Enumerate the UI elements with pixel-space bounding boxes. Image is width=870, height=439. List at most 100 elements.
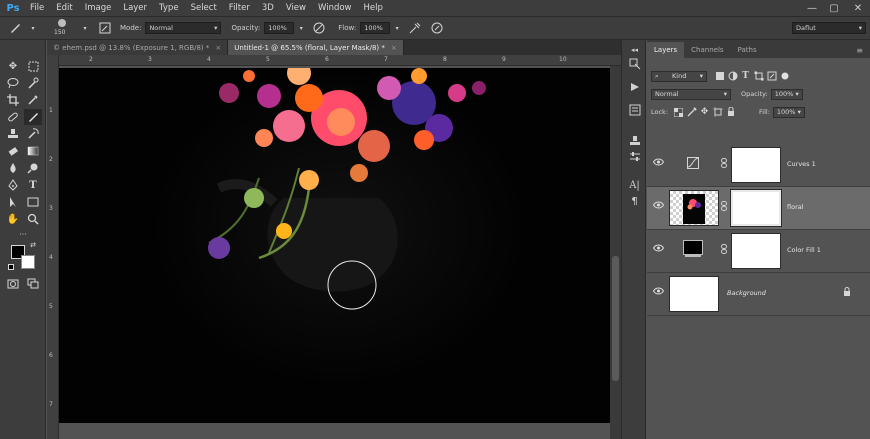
- eyedropper-tool-icon[interactable]: [24, 92, 42, 108]
- visibility-eye-icon[interactable]: [652, 287, 665, 297]
- blur-tool-icon[interactable]: [4, 160, 22, 176]
- background-color-swatch[interactable]: [21, 255, 35, 269]
- menu-select[interactable]: Select: [185, 0, 223, 16]
- close-icon[interactable]: ×: [215, 44, 221, 52]
- lock-pixels-icon[interactable]: [685, 106, 698, 119]
- panel-menu-icon[interactable]: ≡: [849, 42, 870, 58]
- actions-panel-icon[interactable]: [627, 80, 642, 94]
- dodge-tool-icon[interactable]: [24, 160, 42, 176]
- maximize-button[interactable]: ▢: [824, 0, 844, 16]
- tab-channels[interactable]: Channels: [684, 42, 730, 58]
- default-colors-icon[interactable]: [8, 264, 14, 270]
- menu-window[interactable]: Window: [312, 0, 358, 16]
- pressure-opacity-icon[interactable]: [312, 21, 326, 35]
- menu-3d[interactable]: 3D: [256, 0, 280, 16]
- layer-thumbnail[interactable]: [669, 190, 719, 226]
- path-selection-tool-icon[interactable]: [4, 194, 22, 210]
- opacity-chevron-icon[interactable]: ▾: [294, 21, 308, 35]
- close-button[interactable]: ✕: [848, 0, 868, 16]
- layer-color-fill-1[interactable]: Color Fill 1: [647, 230, 870, 273]
- tab-ehem[interactable]: © ehem.psd @ 13.8% (Exposure 1, RGB/8) *…: [47, 40, 229, 55]
- lock-all-icon[interactable]: [724, 106, 737, 119]
- paragraph-panel-icon[interactable]: ¶: [627, 194, 642, 208]
- visibility-eye-icon[interactable]: [652, 244, 665, 254]
- mask-link-icon[interactable]: [721, 201, 727, 213]
- brush-panel-toggle-icon[interactable]: [98, 21, 112, 35]
- layer-mask-thumbnail[interactable]: [731, 147, 781, 183]
- brush-chevron-icon[interactable]: ▾: [78, 21, 92, 35]
- mask-link-icon[interactable]: [721, 244, 727, 256]
- lock-position-icon[interactable]: ✥: [698, 106, 711, 119]
- pen-tool-icon[interactable]: [4, 177, 22, 193]
- lock-artboard-icon[interactable]: [711, 106, 724, 119]
- layer-curves-1[interactable]: Curves 1: [647, 144, 870, 187]
- flow-chevron-icon[interactable]: ▾: [390, 21, 404, 35]
- blend-mode-select[interactable]: Normal ▾: [651, 88, 731, 100]
- hand-tool-icon[interactable]: ✋: [4, 211, 22, 227]
- quick-select-tool-icon[interactable]: [24, 75, 42, 91]
- menu-layer[interactable]: Layer: [117, 0, 153, 16]
- gradient-tool-icon[interactable]: [24, 143, 42, 159]
- menu-file[interactable]: File: [24, 0, 50, 16]
- filter-shape-icon[interactable]: [752, 70, 765, 83]
- brush-preset-picker[interactable]: 150: [52, 17, 74, 39]
- type-tool-icon[interactable]: T: [24, 177, 42, 193]
- character-panel-icon[interactable]: A|: [627, 178, 642, 192]
- mask-link-icon[interactable]: [721, 158, 727, 170]
- mode-select[interactable]: Normal ▾: [145, 22, 222, 34]
- tool-preset-chevron-icon[interactable]: ▾: [26, 21, 40, 35]
- lock-transparent-icon[interactable]: [672, 106, 685, 119]
- workspace-select[interactable]: Daflut ▾: [792, 22, 866, 34]
- vertical-scrollbar[interactable]: [610, 66, 621, 439]
- rectangle-tool-icon[interactable]: [24, 194, 42, 210]
- flow-field[interactable]: 100%: [360, 22, 391, 34]
- filter-toggle-icon[interactable]: [778, 70, 791, 83]
- close-icon[interactable]: ×: [391, 44, 397, 52]
- history-brush-tool-icon[interactable]: [24, 126, 42, 142]
- menu-filter[interactable]: Filter: [223, 0, 256, 16]
- healing-brush-tool-icon[interactable]: [4, 109, 22, 125]
- menu-edit[interactable]: Edit: [50, 0, 78, 16]
- screen-mode-icon[interactable]: [24, 276, 42, 292]
- swap-colors-icon[interactable]: ⇄: [28, 240, 38, 250]
- airbrush-icon[interactable]: [408, 21, 422, 35]
- pressure-size-icon[interactable]: [430, 21, 444, 35]
- filter-kind-select[interactable]: ⌕ Kind ▾: [651, 70, 707, 82]
- layer-floral[interactable]: floral: [647, 187, 870, 230]
- lasso-tool-icon[interactable]: [4, 75, 22, 91]
- layer-opacity-field[interactable]: 100% ▾: [770, 88, 803, 100]
- eraser-tool-icon[interactable]: [4, 143, 22, 159]
- zoom-tool-icon[interactable]: [24, 211, 42, 227]
- adjustments-panel-icon[interactable]: [627, 150, 642, 164]
- opacity-field[interactable]: 100%: [264, 22, 295, 34]
- filter-smart-object-icon[interactable]: [765, 70, 778, 83]
- tab-paths[interactable]: Paths: [731, 42, 764, 58]
- layer-fill-field[interactable]: 100% ▾: [772, 106, 805, 118]
- tab-untitled-1[interactable]: Untitled-1 @ 65.5% (floral, Layer Mask/8…: [228, 40, 404, 55]
- scroll-thumb[interactable]: [612, 256, 619, 381]
- menu-help[interactable]: Help: [358, 0, 389, 16]
- visibility-eye-icon[interactable]: [652, 201, 665, 211]
- clone-source-panel-icon[interactable]: [627, 134, 642, 148]
- layer-background[interactable]: Background: [647, 273, 870, 316]
- menu-image[interactable]: Image: [79, 0, 118, 16]
- fill-layer-thumbnail[interactable]: [683, 240, 703, 258]
- layer-mask-thumbnail[interactable]: [731, 233, 781, 269]
- visibility-eye-icon[interactable]: [652, 158, 665, 168]
- filter-type-icon[interactable]: T: [739, 70, 752, 83]
- minimize-button[interactable]: —: [802, 0, 822, 16]
- move-tool-icon[interactable]: ✥: [4, 58, 22, 74]
- history-panel-icon[interactable]: [627, 57, 642, 71]
- brush-tool-icon[interactable]: [24, 109, 42, 125]
- marquee-tool-icon[interactable]: [24, 58, 42, 74]
- menu-type[interactable]: Type: [153, 0, 185, 16]
- filter-pixel-icon[interactable]: [713, 70, 726, 83]
- collapse-chevron-icon[interactable]: ◂◂: [627, 43, 642, 57]
- layer-thumbnail[interactable]: [669, 276, 719, 312]
- filter-adjustment-icon[interactable]: [726, 70, 739, 83]
- properties-panel-icon[interactable]: [627, 103, 642, 117]
- clone-stamp-tool-icon[interactable]: [4, 126, 22, 142]
- quick-mask-icon[interactable]: [4, 276, 22, 292]
- menu-view[interactable]: View: [280, 0, 312, 16]
- tab-layers[interactable]: Layers: [647, 42, 685, 58]
